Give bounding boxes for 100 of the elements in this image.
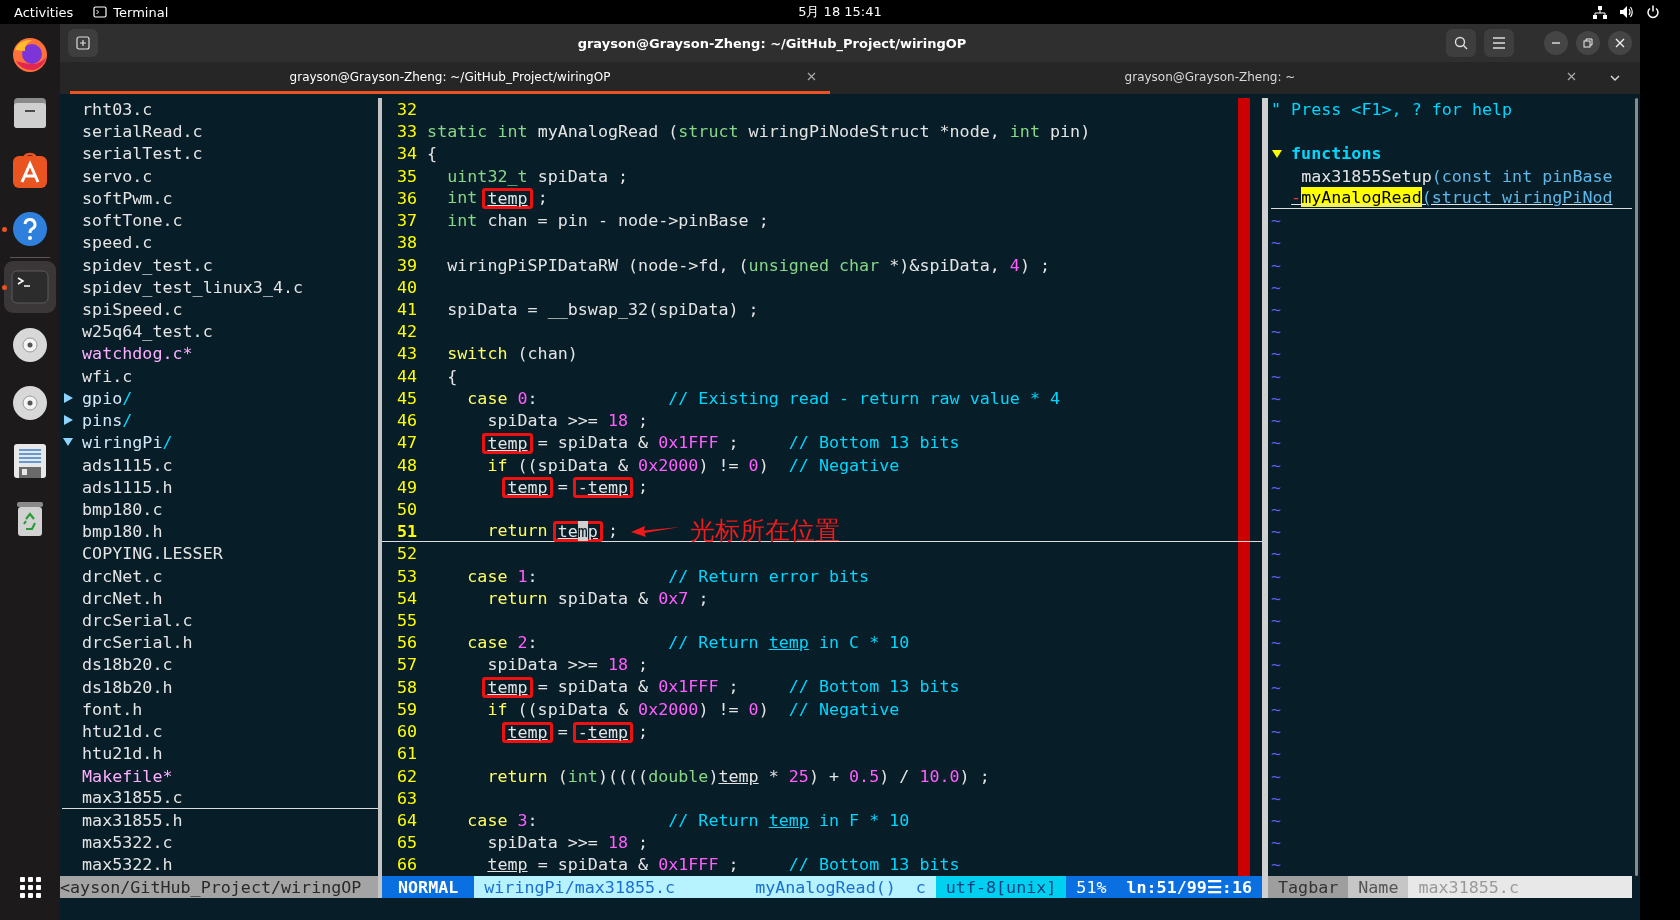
- clock[interactable]: 5月 18 15:41: [798, 3, 882, 21]
- folder-name[interactable]: gpio/: [82, 386, 133, 410]
- close-button[interactable]: [1608, 31, 1632, 55]
- code-line: case 2: // Return temp in C * 10: [466, 631, 910, 654]
- file-name[interactable]: rht03.c: [82, 98, 153, 121]
- code-line: spiData = __bswap_32(spiData) ;: [446, 297, 759, 321]
- file-name[interactable]: max5322.h: [82, 853, 173, 876]
- close-icon[interactable]: [1567, 72, 1576, 81]
- line-number: 54: [397, 586, 418, 610]
- terminal-tab[interactable]: grayson@Grayson-Zheng: ~: [830, 62, 1590, 94]
- help-hint: " Press <F1>, ? for help: [1271, 98, 1513, 121]
- empty-line-marker: ~: [1271, 231, 1282, 254]
- code-line: {: [446, 364, 458, 387]
- file-name[interactable]: w25q64_test.c: [82, 320, 213, 343]
- file-name[interactable]: drcSerial.c: [82, 609, 193, 632]
- file-name[interactable]: ads1115.h: [82, 475, 173, 498]
- line-number: 66: [397, 853, 418, 876]
- empty-line-marker: ~: [1271, 809, 1282, 832]
- code-line: temp = spiData & 0x1FFF ; // Bottom 13 bits: [427, 430, 960, 454]
- file-name[interactable]: spidev_test.c: [82, 253, 213, 276]
- scroll-percent: 51%: [1066, 875, 1117, 898]
- file-name[interactable]: drcNet.c: [82, 564, 163, 587]
- line-number: 43: [397, 342, 418, 365]
- terminal-tab[interactable]: grayson@Grayson-Zheng: ~/GitHub_Project/wiringOP: [70, 62, 830, 94]
- empty-line-marker: ~: [1271, 386, 1282, 410]
- tag-group[interactable]: functions: [1291, 142, 1382, 165]
- file-name[interactable]: spidev_test_linux3_4.c: [82, 275, 304, 298]
- folder-name[interactable]: wiringPi/: [82, 431, 173, 454]
- file-name[interactable]: htu21d.c: [82, 720, 163, 743]
- line-number: 50: [397, 497, 418, 521]
- highlight-box: temp: [502, 477, 553, 499]
- disc-icon[interactable]: [10, 383, 50, 423]
- code-line: temp = spiData & 0x1FFF ; // Bottom 13 bits: [427, 675, 960, 699]
- menu-icon: [1492, 36, 1506, 50]
- file-name[interactable]: softTone.c: [82, 209, 183, 232]
- search-button[interactable]: [1446, 29, 1476, 57]
- file-name[interactable]: servo.c: [82, 164, 153, 187]
- file-name[interactable]: COPYING.LESSER: [82, 542, 223, 565]
- highlight-box: -temp: [572, 721, 634, 743]
- code-line: int chan = pin - node->pinBase ;: [446, 209, 769, 232]
- triangle-right-icon[interactable]: [62, 413, 74, 428]
- tag-entry[interactable]: max31855Setup(const int pinBase: [1301, 164, 1613, 187]
- triangle-right-icon[interactable]: [62, 390, 74, 405]
- file-name[interactable]: bmp180.c: [82, 497, 163, 521]
- file-name[interactable]: softPwm.c: [82, 186, 173, 210]
- minimize-button[interactable]: [1544, 31, 1568, 55]
- file-name[interactable]: spiSpeed.c: [82, 297, 183, 321]
- browser-icon[interactable]: [10, 35, 50, 75]
- code-line: temp = -temp ;: [427, 475, 649, 499]
- file-encoding: utf-8[unix]: [935, 875, 1067, 898]
- file-name[interactable]: ads1115.c: [82, 453, 173, 476]
- file-name[interactable]: htu21d.h: [82, 742, 163, 765]
- line-number: 59: [397, 697, 418, 721]
- terminal-icon[interactable]: [10, 267, 50, 307]
- shopping-bag-icon[interactable]: [10, 151, 50, 191]
- file-name[interactable]: wfi.c: [82, 364, 133, 387]
- line-number: 36: [397, 186, 418, 210]
- activities-button[interactable]: Activities: [12, 4, 76, 20]
- code-line: temp = -temp ;: [427, 719, 649, 743]
- file-name[interactable]: bmp180.h: [82, 520, 163, 543]
- code-line: spiData >>= 18 ;: [486, 653, 649, 676]
- new-tab-button[interactable]: [68, 29, 98, 57]
- disc-icon[interactable]: [10, 325, 50, 365]
- file-name[interactable]: font.h: [82, 697, 143, 721]
- file-name[interactable]: max31855.h: [82, 809, 183, 832]
- file-name[interactable]: watchdog.c*: [82, 342, 193, 365]
- empty-line-marker: ~: [1271, 609, 1282, 632]
- file-name[interactable]: ds18b20.c: [82, 653, 173, 676]
- empty-line-marker: ~: [1271, 853, 1282, 876]
- file-name[interactable]: serialRead.c: [82, 120, 203, 143]
- help-icon[interactable]: [10, 209, 50, 249]
- file-name[interactable]: max5322.c: [82, 831, 173, 854]
- close-icon[interactable]: [807, 72, 816, 81]
- file-name[interactable]: ds18b20.h: [82, 675, 173, 698]
- line-number: 37: [397, 209, 418, 232]
- network-icon[interactable]: [1593, 5, 1607, 19]
- window-title: grayson@Grayson-Zheng: ~/GitHub_Project/wiringOP: [576, 35, 968, 51]
- empty-line-marker: ~: [1271, 320, 1282, 343]
- code-line: static int myAnalogRead (struct wiringPiNodeStruct *node, int pin): [427, 120, 1091, 143]
- line-number: 62: [397, 764, 418, 787]
- code-line: int temp ;: [446, 186, 548, 210]
- file-name[interactable]: max31855.c: [82, 786, 183, 809]
- line-number: 65: [397, 831, 418, 854]
- menu-button[interactable]: [1484, 29, 1514, 57]
- power-icon[interactable]: [1646, 5, 1660, 19]
- file-name: max31855.c: [1408, 875, 1632, 898]
- app-menu[interactable]: Terminal: [91, 4, 171, 20]
- code-line: wiringPiSPIDataRW (node->fd, (unsigned char *)&spiData, 4) ;: [446, 253, 1050, 276]
- file-name[interactable]: Makefile*: [82, 764, 173, 787]
- line-number: 41: [397, 297, 418, 321]
- file-name[interactable]: drcSerial.h: [82, 631, 193, 654]
- volume-icon[interactable]: [1619, 5, 1634, 19]
- file-name[interactable]: drcNet.h: [82, 586, 163, 610]
- folder-name[interactable]: pins/: [82, 409, 133, 432]
- tag-entry[interactable]: -myAnalogRead(struct wiringPiNod: [1291, 186, 1613, 209]
- search-icon: [1454, 36, 1468, 50]
- file-name[interactable]: speed.c: [82, 231, 153, 254]
- restore-button[interactable]: [1576, 31, 1600, 55]
- scrollbar[interactable]: [1634, 98, 1638, 876]
- file-name[interactable]: serialTest.c: [82, 142, 203, 165]
